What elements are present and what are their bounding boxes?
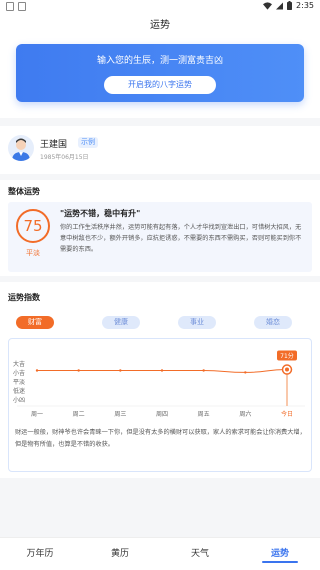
fortune-line-chart: 大吉小吉平淡低迷小凶周一 周二 周三 周四 周五 周六 今日 71分 (13, 350, 305, 418)
score-ring: 75 (16, 209, 50, 243)
y-level-label: 低迷 (13, 387, 25, 395)
profile-card[interactable]: 王建国 示例 1985年06月15日 (0, 126, 320, 174)
status-time: 2:35 (296, 1, 314, 10)
status-bar: 2:35 (0, 0, 320, 14)
tab-wealth[interactable]: 财富 (16, 316, 54, 329)
overall-description: 你的工作生活秩序井然，运势可能有起有落，个人才华找到宣泄出口，可惜树大招风，无意… (60, 224, 302, 253)
overall-fortune-section: 整体运势 75 平淡 "运势不错，稳中有升" 你的工作生活秩序井然，运势可能有起… (0, 180, 320, 276)
wifi-icon (263, 1, 273, 10)
profile-name: 王建国 (40, 140, 68, 150)
data-point-center (285, 367, 289, 372)
x-tick-label: 周二 (73, 411, 85, 418)
sample-badge: 示例 (78, 137, 98, 148)
tab-love[interactable]: 婚恋 (254, 316, 292, 329)
x-tick-label: 周四 (156, 411, 168, 418)
data-point (119, 369, 122, 372)
overall-section-title: 整体运势 (8, 187, 40, 196)
notification-icon (18, 2, 26, 11)
avatar (8, 135, 34, 161)
annotation-label: 71分 (280, 352, 294, 360)
score-label: 平淡 (26, 249, 40, 257)
x-tick-label: 周六 (239, 410, 251, 418)
chart-description: 财运一般般，财神爷也许会青睐一下你，但是没有太多的横财可以获取，家人的索求可能会… (15, 429, 306, 448)
index-section-title: 运势指数 (8, 293, 40, 302)
user-avatar-icon (12, 138, 30, 161)
x-tick-label: 周一 (31, 411, 43, 418)
y-level-label: 小凶 (13, 396, 25, 404)
nav-fortune[interactable]: 运势 (240, 538, 320, 570)
data-point (244, 371, 247, 374)
nav-weather[interactable]: 天气 (160, 538, 240, 570)
x-tick-label: 周五 (198, 411, 210, 418)
x-tick-label: 今日 (281, 410, 293, 418)
hero-title: 输入您的生辰，测一测富贵吉凶 (96, 56, 223, 66)
nav-calendar[interactable]: 万年历 (0, 538, 80, 570)
data-point (202, 369, 205, 372)
data-point (35, 369, 39, 372)
overall-fortune-card: 75 平淡 "运势不错，稳中有升" 你的工作生活秩序井然，运势可能有起有落，个人… (8, 202, 312, 272)
x-tick-label: 周三 (114, 411, 126, 418)
page-title: 运势 (0, 14, 320, 38)
overall-headline: "运势不错，稳中有升" (60, 209, 141, 218)
hero-section: 输入您的生辰，测一测富贵吉凶 开启我的八字运势 (0, 38, 320, 118)
tab-career[interactable]: 事业 (178, 316, 216, 329)
data-point (160, 369, 164, 372)
start-bazi-button[interactable]: 开启我的八字运势 (104, 76, 216, 94)
fortune-index-section: 运势指数 财富 健康 事业 婚恋 大吉 小吉平淡 低迷 小凶 周一 周二 周三 周四 周五 周六 今… (0, 282, 320, 478)
y-level-label: 小吉 (13, 369, 25, 377)
y-level-label: 平淡 (13, 379, 25, 386)
index-tabs: 财富 健康 事业 婚恋 (16, 316, 304, 330)
profile-birthdate: 1985年06月15日 (40, 154, 89, 161)
sim-icon (6, 2, 14, 11)
fortune-chart-card: 大吉 小吉平淡 低迷 小凶 周一 周二 周三 周四 周五 周六 今日 71分 财运一般般，财神爷也许会… (8, 338, 312, 472)
data-point (77, 369, 80, 372)
y-level-label: 大吉 (13, 360, 25, 368)
nav-almanac[interactable]: 黄历 (80, 538, 160, 570)
tab-health[interactable]: 健康 (102, 316, 140, 329)
score-value: 75 (23, 217, 43, 235)
bottom-nav: 万年历 黄历 天气 运势 (0, 537, 320, 570)
battery-icon (287, 1, 293, 10)
hero-banner: 输入您的生辰，测一测富贵吉凶 开启我的八字运势 (16, 44, 304, 102)
signal-icon (276, 2, 284, 9)
